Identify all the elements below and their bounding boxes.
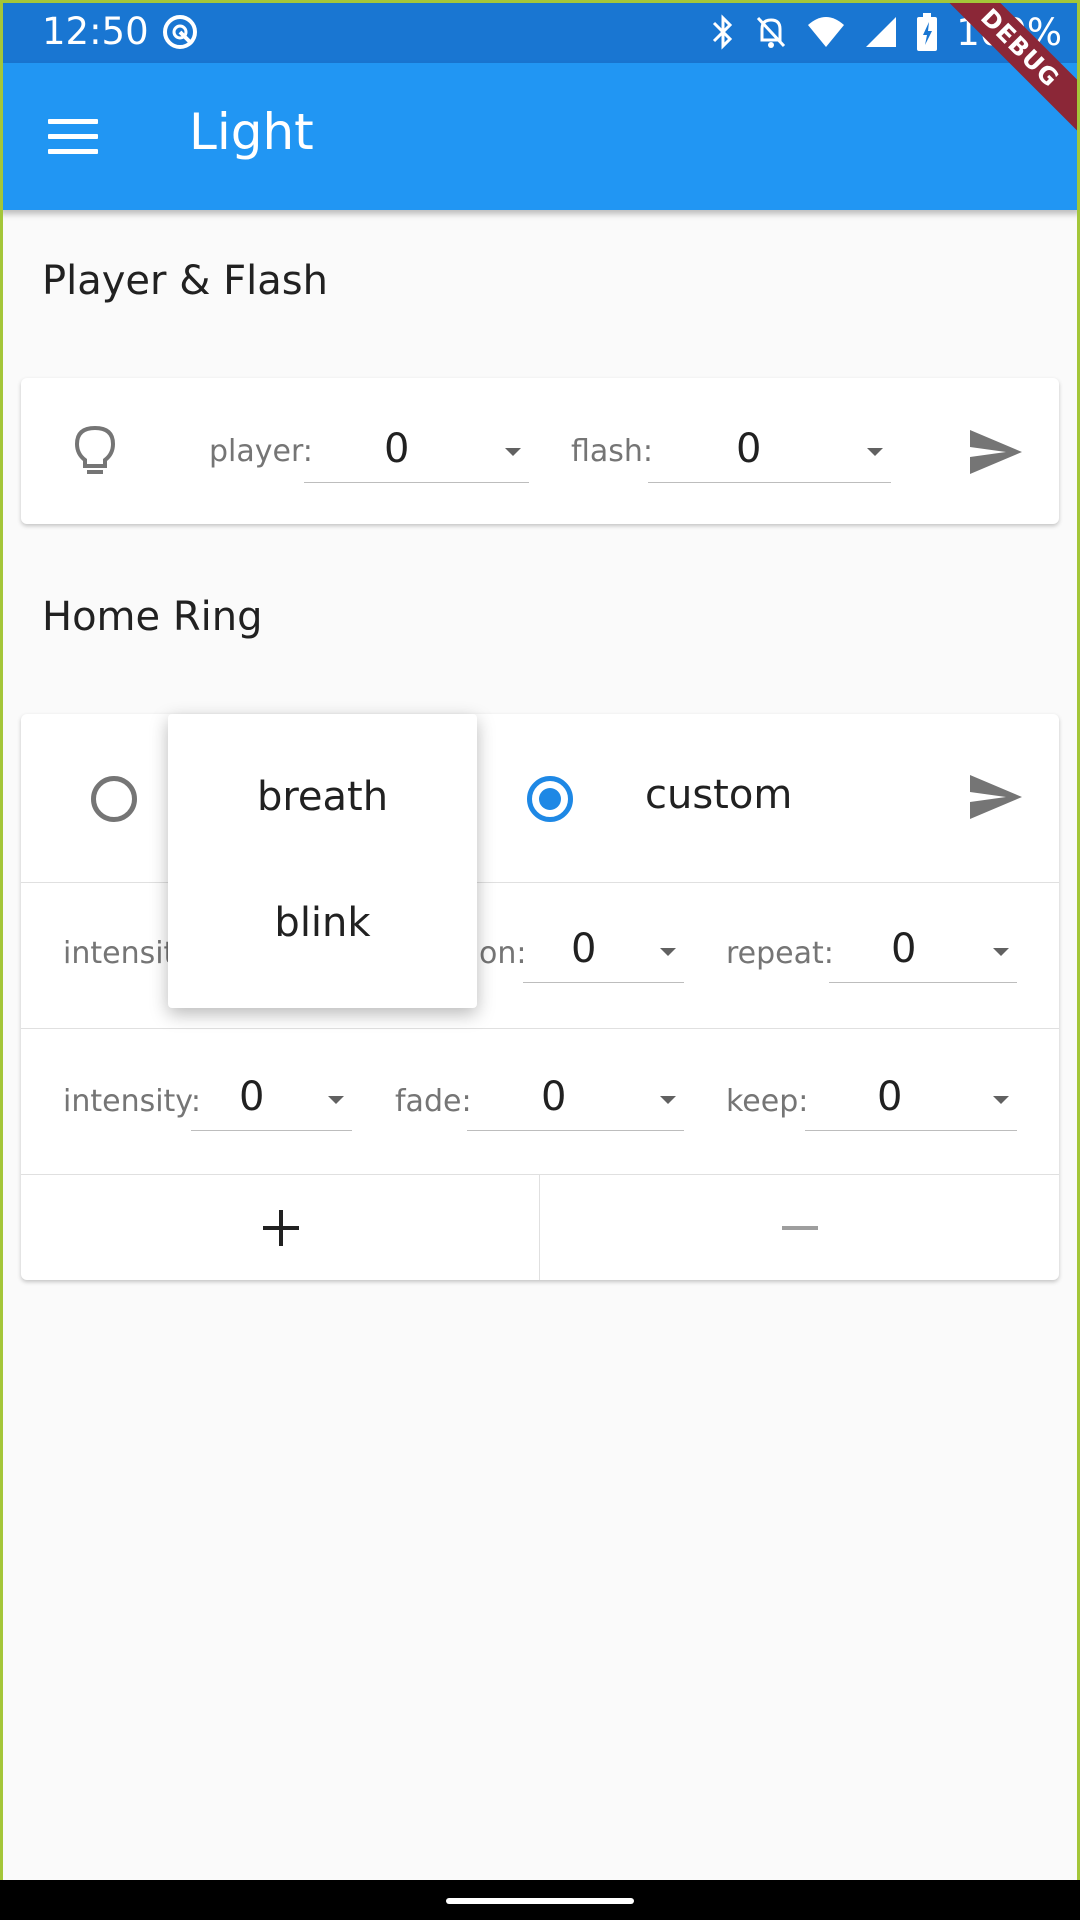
minus-icon [782,1226,818,1230]
bluetooth-icon [713,14,733,50]
plus-icon [263,1210,299,1246]
intensity-label: intensit [63,936,176,971]
repeat-label: repeat: [726,936,834,971]
duration-label: on: [479,936,527,971]
repeat-dropdown[interactable]: 0 [829,922,1017,983]
menu-item-blink[interactable]: blink [168,860,477,986]
page-title: Light [189,103,314,161]
wifi-icon [808,17,845,47]
repeat-value: 0 [891,926,917,972]
send-icon[interactable] [968,428,1024,476]
intensity-value: 0 [239,1074,265,1120]
radio-breath[interactable] [91,776,137,822]
player-value: 0 [384,426,410,472]
status-time: 12:50 [42,10,149,53]
section-title-player-flash: Player & Flash [42,258,328,304]
radio-custom[interactable] [527,776,573,822]
intensity-dropdown[interactable]: 0 [191,1070,352,1131]
intensity-label: intensity: [63,1084,201,1119]
mode-dropdown-menu: breath blink [168,714,477,1008]
player-label: player: [209,434,313,469]
flash-value: 0 [736,426,762,472]
home-gesture-handle[interactable] [446,1898,634,1904]
send-icon[interactable] [968,773,1024,821]
player-dropdown[interactable]: 0 [304,422,529,483]
menu-item-breath[interactable]: breath [168,734,477,860]
lightbulb-icon [74,425,116,474]
sync-icon [163,15,197,49]
duration-dropdown[interactable]: 0 [523,922,684,983]
dropdown-arrow-icon [505,448,521,456]
add-step-button[interactable] [21,1175,539,1281]
fade-value: 0 [541,1074,567,1120]
flash-label: flash: [571,434,654,469]
dropdown-arrow-icon [328,1096,344,1104]
remove-step-button[interactable] [540,1175,1059,1281]
dropdown-arrow-icon [660,948,676,956]
signal-icon [866,17,897,47]
battery-charging-icon [917,13,938,51]
dropdown-arrow-icon [867,448,883,456]
navigation-bar [0,1880,1080,1920]
divider [21,1028,1059,1029]
section-title-home-ring: Home Ring [42,594,263,640]
dropdown-arrow-icon [660,1096,676,1104]
keep-label: keep: [726,1084,809,1119]
flash-dropdown[interactable]: 0 [648,422,891,483]
dropdown-arrow-icon [993,1096,1009,1104]
status-bar: 12:50 100% [0,0,1080,63]
keep-value: 0 [877,1074,903,1120]
notifications-off-icon [757,16,786,48]
fade-dropdown[interactable]: 0 [467,1070,684,1131]
custom-label[interactable]: custom [645,772,792,818]
keep-dropdown[interactable]: 0 [805,1070,1017,1131]
player-flash-card: player: 0 flash: 0 [21,378,1059,524]
dropdown-arrow-icon [993,948,1009,956]
duration-value: 0 [571,926,597,972]
fade-label: fade: [395,1084,472,1119]
menu-icon[interactable] [48,119,98,155]
app-bar: Light [0,63,1080,210]
